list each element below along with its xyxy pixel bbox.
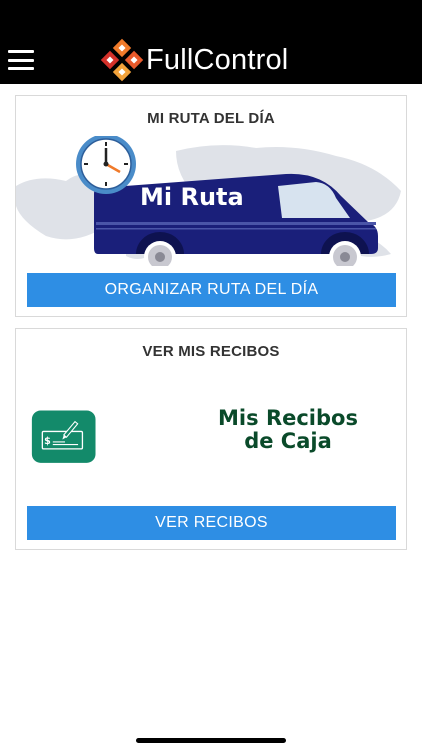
menu-line xyxy=(8,67,34,70)
menu-line xyxy=(8,58,34,62)
route-van-image: Mi Ruta xyxy=(16,136,401,266)
hamburger-menu-icon[interactable] xyxy=(8,50,34,70)
view-receipts-button[interactable]: VER RECIBOS xyxy=(27,506,396,540)
clock-icon xyxy=(76,136,136,194)
fullcontrol-logo-icon xyxy=(100,38,144,82)
receipt-check-image: $ xyxy=(31,410,96,463)
home-indicator xyxy=(136,738,286,743)
svg-text:$: $ xyxy=(44,436,51,447)
brand: FullControl xyxy=(100,38,288,82)
organize-route-button[interactable]: ORGANIZAR RUTA DEL DÍA xyxy=(27,273,396,307)
receipts-card-title: VER MIS RECIBOS xyxy=(142,343,280,360)
menu-line xyxy=(8,50,34,53)
receipt-caption-line1: Mis Recibos xyxy=(218,406,358,430)
receipt-caption: Mis Recibos de Caja xyxy=(188,407,388,453)
route-card-title: MI RUTA DEL DÍA xyxy=(147,110,275,127)
app-header: FullControl xyxy=(0,0,422,84)
brand-name: FullControl xyxy=(146,43,289,76)
receipts-card: VER MIS RECIBOS $ Mis Recibos de Caja VE… xyxy=(15,328,407,550)
route-card: MI RUTA DEL DÍA Mi Ruta ORGANIZAR RUTA D… xyxy=(15,95,407,317)
receipt-caption-line2: de Caja xyxy=(244,429,332,453)
van-label-text: Mi Ruta xyxy=(140,183,244,211)
